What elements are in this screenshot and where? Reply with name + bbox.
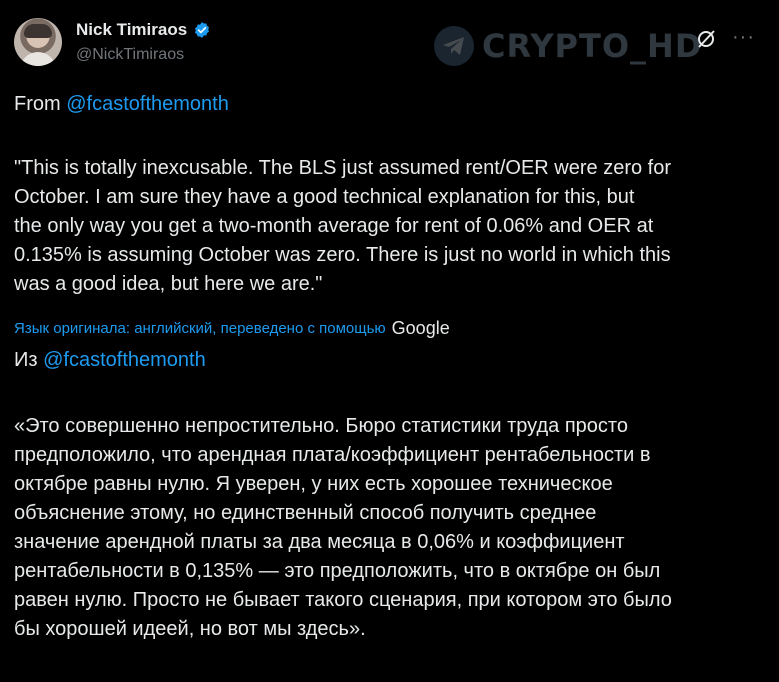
ru-quote-line: равен нулю. Просто не бывает такого сцен… [14, 589, 672, 611]
from-prefix: From [14, 93, 67, 115]
google-logo: Google [391, 318, 450, 338]
more-options-icon[interactable]: ··· [732, 26, 755, 49]
verified-badge-icon [193, 21, 211, 39]
ru-quote-line: октябре равны нулю. Я уверен, у них есть… [14, 473, 613, 495]
ru-from-mention-link[interactable]: @fcastofthemonth [43, 349, 206, 371]
quote-line: the only way you get a two-month average… [14, 215, 654, 237]
telegram-icon [434, 26, 474, 66]
from-mention-link[interactable]: @fcastofthemonth [66, 93, 229, 115]
ru-quote-line: предположило, что арендная плата/коэффиц… [14, 444, 651, 466]
author-name-row[interactable]: Nick Timiraos [76, 20, 211, 40]
ru-quote-line: рентабельности в 0,135% — это предположи… [14, 560, 661, 582]
quote-english: "This is totally inexcusable. The BLS ju… [14, 154, 766, 299]
tweet-header: Nick Timiraos @NickTimiraos CRYPTO_HD ··… [14, 12, 765, 72]
watermark-text: CRYPTO_HD [482, 27, 703, 65]
quote-russian: «Это совершенно непростительно. Бюро ста… [14, 412, 766, 644]
quote-line: October. I am sure they have a good tech… [14, 186, 635, 208]
quote-line: "This is totally inexcusable. The BLS ju… [14, 157, 672, 179]
ru-quote-line: объяснение этому, но единственный способ… [14, 502, 597, 524]
from-line: From @fcastofthemonth [14, 90, 766, 119]
translation-attribution: Язык оригинала: английский, переведено с… [14, 318, 450, 339]
translation-note-link[interactable]: Язык оригинала: английский, переведено с… [14, 320, 386, 337]
ru-quote-line: бы хорошей идеей, но вот мы здесь». [14, 618, 366, 640]
ru-from-prefix: Из [14, 349, 44, 371]
ru-quote-line: значение арендной платы за два месяца в … [14, 531, 625, 553]
quote-line: was a good idea, but here we are." [14, 273, 323, 295]
avatar-shirt [20, 52, 56, 66]
author-handle[interactable]: @NickTimiraos [76, 46, 184, 64]
author-name[interactable]: Nick Timiraos [76, 20, 187, 40]
avatar[interactable] [14, 18, 62, 66]
avatar-hair [24, 24, 52, 38]
grok-icon[interactable] [695, 28, 717, 50]
watermark: CRYPTO_HD [434, 26, 702, 66]
quote-line: 0.135% is assuming October was zero. The… [14, 244, 671, 266]
ru-from-line: Из @fcastofthemonth [14, 346, 766, 375]
ru-quote-line: «Это совершенно непростительно. Бюро ста… [14, 415, 628, 437]
